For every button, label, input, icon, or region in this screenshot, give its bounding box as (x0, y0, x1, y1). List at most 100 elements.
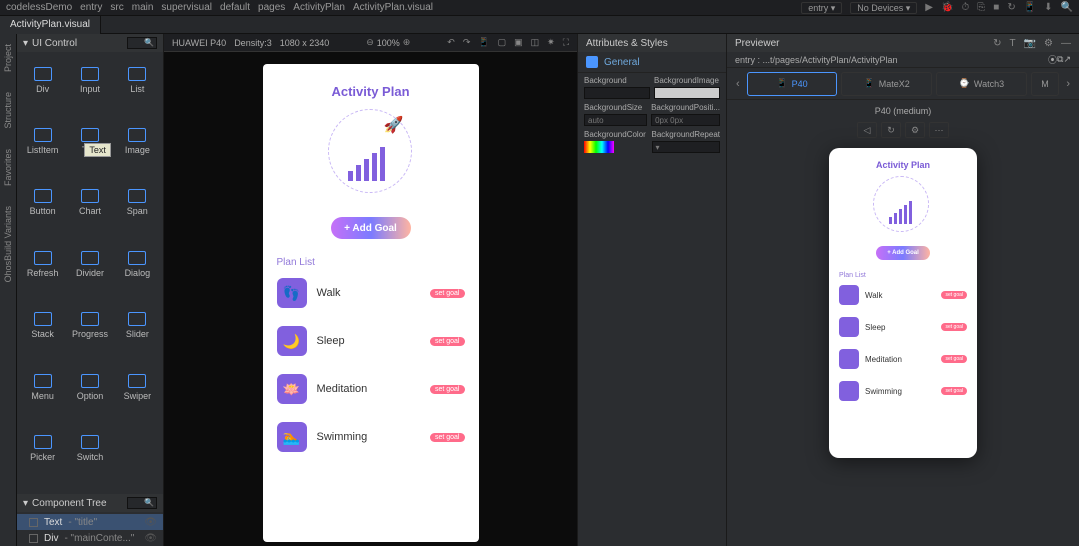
backgroundsize-input[interactable]: auto (584, 114, 647, 126)
ui-control-list[interactable]: List (114, 60, 161, 100)
device-tab-p40[interactable]: 📱P40 (747, 72, 838, 96)
tree-row[interactable]: Div- "mainConte..."👁 (17, 530, 163, 546)
ui-control-chart[interactable]: Chart (66, 183, 113, 223)
settings-icon[interactable]: ⚙ (1044, 38, 1053, 49)
layout-icon[interactable]: ▢ (498, 37, 507, 48)
search-icon[interactable]: 🔍 (1061, 2, 1073, 13)
ui-control-button[interactable]: Button (19, 183, 66, 223)
left-sidebar: ▾ UI Control 🔍 DivInputListListItemTextT… (17, 34, 164, 546)
visibility-icon[interactable]: 👁 (144, 533, 157, 544)
plan-list-item[interactable]: 👣Walkset goal (277, 278, 465, 308)
device-prev-icon[interactable]: ‹ (733, 78, 743, 90)
ui-control-picker[interactable]: Picker (19, 429, 66, 469)
more-icon[interactable]: ⋯ (929, 122, 949, 138)
control-label: Dialog (125, 268, 151, 278)
ui-control-dialog[interactable]: Dialog (114, 244, 161, 284)
sync-icon[interactable]: ↻ (1007, 2, 1015, 13)
debug-icon[interactable]: 🐞 (941, 2, 953, 13)
zoom-out-icon[interactable]: ⊖ (366, 37, 374, 48)
component-tree-search[interactable]: 🔍 (127, 497, 157, 509)
device-tab-matex2[interactable]: 📱MateX2 (841, 72, 932, 96)
breadcrumb[interactable]: ActivityPlan (293, 2, 345, 13)
ui-control-option[interactable]: Option (66, 367, 113, 407)
run-icon[interactable]: ▶ (925, 2, 933, 13)
breadcrumb[interactable]: supervisual (161, 2, 212, 13)
avd-icon[interactable]: 📱 (1024, 2, 1036, 13)
chevron-down-icon[interactable]: ▾ (23, 38, 28, 49)
plan-list-item[interactable]: 🪷Meditationset goal (277, 374, 465, 404)
device-next-icon[interactable]: › (1063, 78, 1073, 90)
background-input[interactable] (584, 87, 650, 99)
visibility-icon[interactable]: 👁 (144, 517, 157, 528)
sdk-icon[interactable]: ⬇ (1044, 2, 1052, 13)
backgroundrepeat-input[interactable]: ▾ (652, 141, 721, 153)
chevron-down-icon[interactable]: ▾ (23, 498, 28, 509)
locate-icon[interactable]: ⦿ (1048, 53, 1057, 66)
play-icon[interactable]: ◁ (857, 122, 877, 138)
breadcrumb[interactable]: codelessDemo (6, 2, 72, 13)
plan-list-item[interactable]: 🏊Swimmingset goal (277, 422, 465, 452)
open-icon[interactable]: ↗ (1063, 54, 1071, 65)
backgroundcolor-input[interactable] (584, 141, 614, 153)
ui-control-menu[interactable]: Menu (19, 367, 66, 407)
design-canvas[interactable]: Activity Plan 🚀 + Add Goal Plan List 👣Wa… (164, 52, 577, 546)
backgroundposition-input[interactable]: 0px 0px (651, 114, 720, 126)
toolwindow-tab-build[interactable]: OhosBuild Variants (3, 206, 13, 282)
ui-control-slider[interactable]: Slider (114, 306, 161, 346)
breadcrumb[interactable]: entry (80, 2, 102, 13)
expand-icon[interactable]: ⛶ (563, 37, 569, 48)
zoom-in-icon[interactable]: ⊕ (403, 37, 411, 48)
plan-item-badge[interactable]: set goal (430, 433, 465, 442)
breadcrumb[interactable]: ActivityPlan.visual (353, 2, 433, 13)
plan-item-badge[interactable]: set goal (430, 289, 465, 298)
toolwindow-tab-project[interactable]: Project (3, 44, 13, 72)
backgroundimage-input[interactable] (654, 87, 720, 99)
device-tab-more[interactable]: M (1031, 72, 1060, 96)
attach-icon[interactable]: ⎘ (977, 2, 985, 13)
rotate-icon[interactable]: ↻ (881, 122, 901, 138)
breadcrumb[interactable]: pages (258, 2, 285, 13)
ui-control-listitem[interactable]: ListItem (19, 121, 66, 161)
screenshot-icon[interactable]: 📷 (1024, 38, 1036, 49)
editor-tab[interactable]: ActivityPlan.visual (0, 16, 101, 34)
tree-row[interactable]: Text- "title"👁 (17, 514, 163, 530)
text-icon[interactable]: T (1009, 38, 1015, 49)
add-goal-button[interactable]: + Add Goal (331, 217, 411, 239)
stop-icon[interactable]: ■ (993, 2, 999, 13)
gear-icon[interactable]: ⚙ (905, 122, 925, 138)
ui-control-refresh[interactable]: Refresh (19, 244, 66, 284)
ui-control-text[interactable]: TextText (66, 121, 113, 161)
ui-control-progress[interactable]: Progress (66, 306, 113, 346)
device-tab-watch3[interactable]: ⌚Watch3 (936, 72, 1027, 96)
devices-dropdown[interactable]: No Devices ▾ (850, 2, 917, 14)
ui-control-div[interactable]: Div (19, 60, 66, 100)
ui-control-divider[interactable]: Divider (66, 244, 113, 284)
general-section[interactable]: General (578, 52, 726, 73)
ui-control-span[interactable]: Span (114, 183, 161, 223)
refresh-icon[interactable]: ↻ (993, 38, 1001, 49)
device-name[interactable]: HUAWEI P40 (172, 38, 226, 48)
breadcrumb[interactable]: src (110, 2, 123, 13)
redo-icon[interactable]: ↷ (463, 37, 471, 48)
layout3-icon[interactable]: ◫ (531, 37, 540, 48)
ui-control-stack[interactable]: Stack (19, 306, 66, 346)
plan-item-badge[interactable]: set goal (430, 385, 465, 394)
ui-control-switch[interactable]: Switch (66, 429, 113, 469)
ui-control-swiper[interactable]: Swiper (114, 367, 161, 407)
minimize-icon[interactable]: ― (1061, 38, 1071, 49)
ui-control-search[interactable]: 🔍 (127, 37, 157, 49)
settings-icon[interactable]: ✷ (547, 37, 555, 48)
layout2-icon[interactable]: ▣ (514, 37, 523, 48)
undo-icon[interactable]: ↶ (447, 37, 455, 48)
toolwindow-tab-favorites[interactable]: Favorites (3, 149, 13, 186)
rotate-icon[interactable]: 📱 (478, 37, 489, 48)
ui-control-image[interactable]: Image (114, 121, 161, 161)
breadcrumb[interactable]: default (220, 2, 250, 13)
breadcrumb[interactable]: main (132, 2, 154, 13)
toolwindow-tab-structure[interactable]: Structure (3, 92, 13, 129)
plan-list-item[interactable]: 🌙Sleepset goal (277, 326, 465, 356)
plan-item-badge[interactable]: set goal (430, 337, 465, 346)
profile-icon[interactable]: ⏱ (961, 2, 969, 13)
module-dropdown[interactable]: entry ▾ (801, 2, 842, 14)
ui-control-input[interactable]: Input (66, 60, 113, 100)
